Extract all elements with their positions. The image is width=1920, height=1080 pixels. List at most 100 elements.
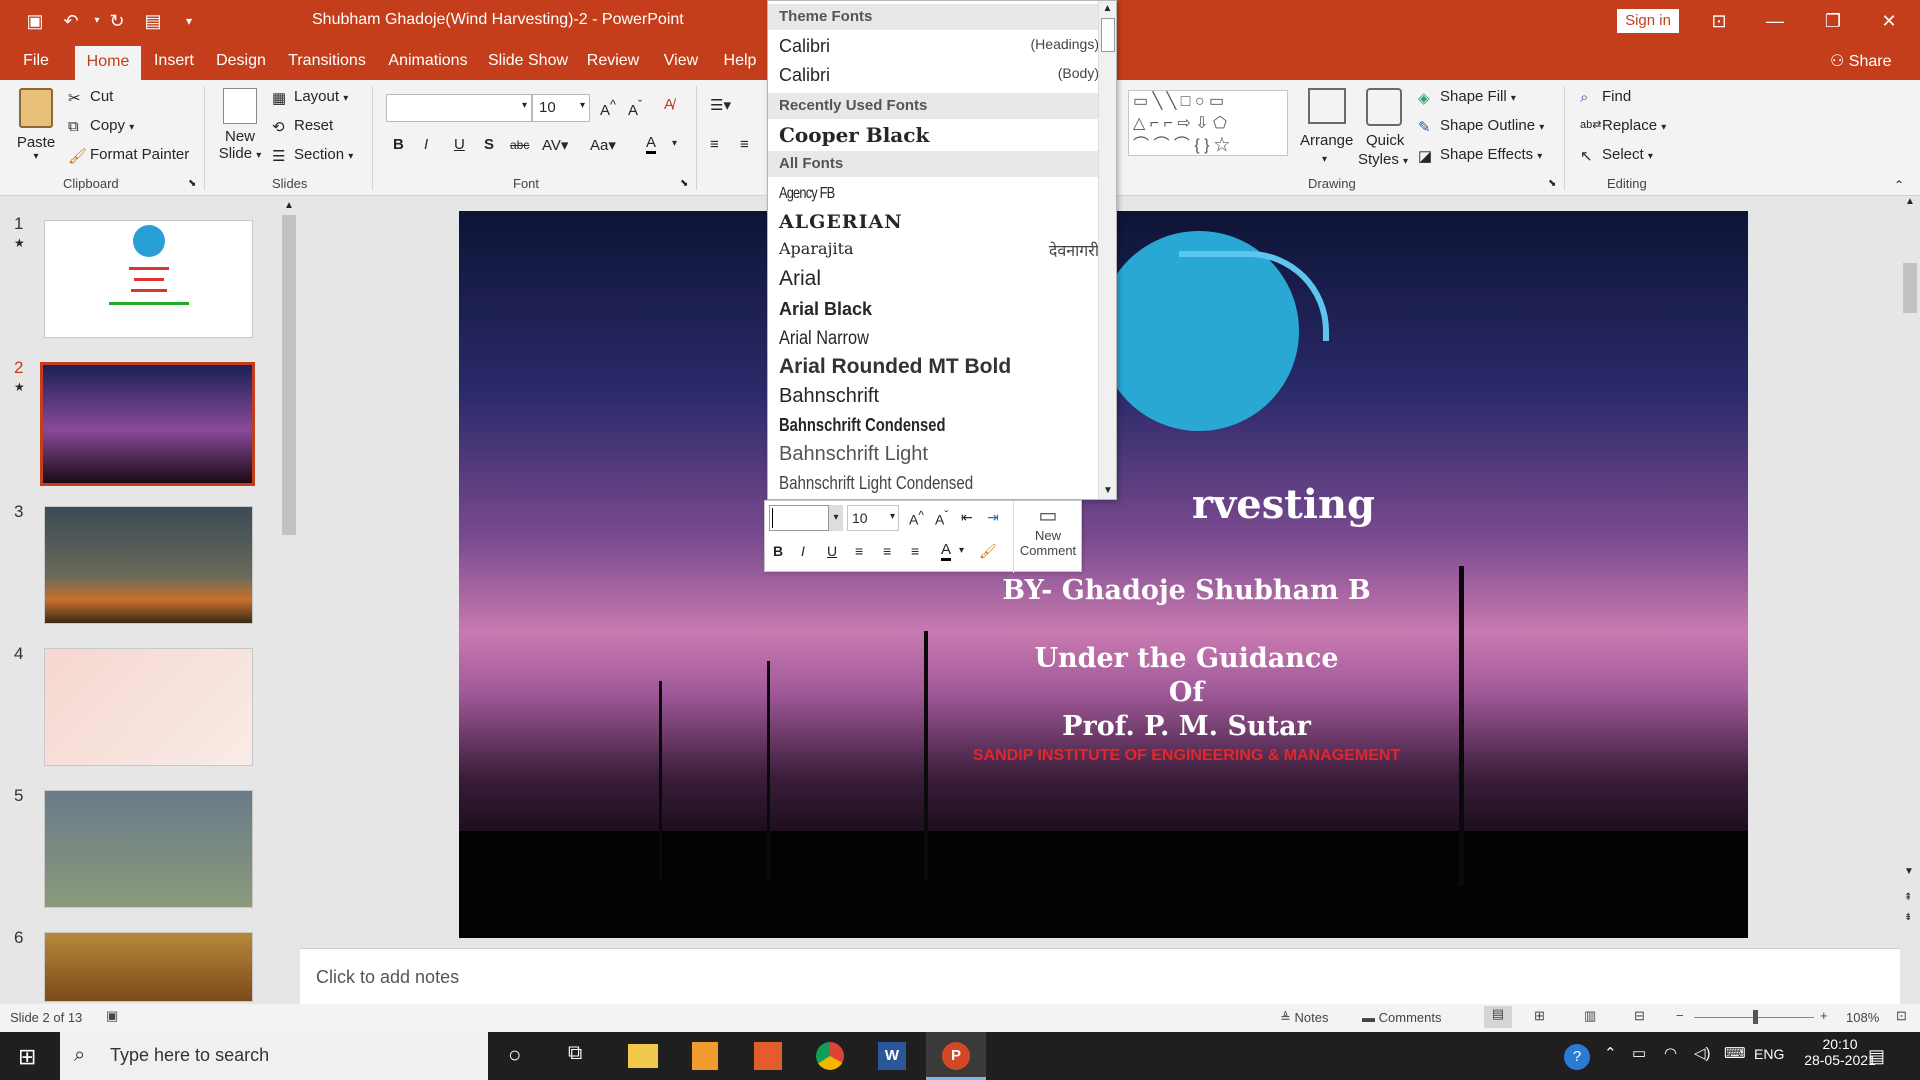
present-icon[interactable]: ▤	[140, 8, 166, 34]
select-button[interactable]: ↖ Select ▾	[1580, 146, 1653, 165]
bold-icon[interactable]: B	[773, 543, 783, 559]
wifi-icon[interactable]: ◠	[1664, 1044, 1677, 1062]
tab-design[interactable]: Design	[213, 42, 269, 80]
change-case-icon[interactable]: Aa▾	[590, 136, 616, 154]
share-button[interactable]: ⚇ Share	[1830, 51, 1892, 71]
strikethrough-icon[interactable]: abc	[510, 138, 529, 152]
shape-outline-button[interactable]: ✎ Shape Outline ▾	[1418, 117, 1544, 136]
notes-button[interactable]: ≜ Notes	[1280, 1010, 1328, 1026]
font-item-bahnschrift-light[interactable]: Bahnschrift Light	[779, 443, 1099, 466]
task-view-icon[interactable]: ⧉	[568, 1042, 582, 1065]
tab-home[interactable]: Home	[75, 46, 141, 80]
tab-file[interactable]: File	[14, 42, 58, 80]
normal-view-icon[interactable]: ▤	[1484, 1006, 1512, 1028]
scroll-thumb[interactable]	[1903, 263, 1917, 313]
shape-effects-button[interactable]: ◪ Shape Effects ▾	[1418, 146, 1542, 165]
find-button[interactable]: ⌕ Find	[1580, 88, 1631, 106]
input-indicator-icon[interactable]: ⌨	[1724, 1044, 1746, 1062]
slide-thumbnail-4[interactable]	[44, 648, 253, 766]
windows-start-icon[interactable]: ⊞	[18, 1044, 36, 1070]
zoom-out-icon[interactable]: −	[1676, 1008, 1684, 1023]
slide-thumbnail-3[interactable]	[44, 506, 253, 624]
chevron-down-icon[interactable]: ▾	[829, 505, 843, 531]
slide-scrollbar[interactable]: ▲ ▼ ⇞ ⇟	[1900, 196, 1920, 948]
text-shadow-icon[interactable]: S	[484, 136, 494, 153]
font-name-input[interactable]: ▾	[386, 94, 532, 122]
fit-to-window-icon[interactable]: ⊡	[1896, 1008, 1907, 1024]
increase-font-size-icon[interactable]: A^	[600, 98, 616, 119]
minimize-icon[interactable]: —	[1752, 0, 1798, 42]
arrange-button[interactable]: Arrange	[1300, 132, 1353, 149]
scroll-thumb[interactable]	[282, 215, 296, 535]
character-spacing-icon[interactable]: AV▾	[542, 136, 568, 154]
slide-sorter-icon[interactable]: ⊞	[1534, 1008, 1545, 1024]
font-item-bahnschrift-condensed[interactable]: Bahnschrift Condensed	[779, 415, 1041, 436]
collapse-ribbon-icon[interactable]: ⌃	[1894, 178, 1904, 192]
tray-expand-icon[interactable]: ⌃	[1604, 1044, 1617, 1062]
reset-button[interactable]: ⟲ Reset	[272, 117, 333, 136]
bullets-icon[interactable]: ☰▾	[710, 96, 731, 114]
redo-icon[interactable]: ↻	[104, 8, 130, 34]
slideshow-view-icon[interactable]: ⊟	[1634, 1008, 1645, 1024]
slide-author[interactable]: BY- Ghadoje Shubham B	[459, 575, 1748, 606]
zoom-slider-thumb[interactable]	[1753, 1010, 1758, 1024]
shape-fill-button[interactable]: ◈ Shape Fill ▾	[1418, 88, 1516, 107]
copy-button[interactable]: ⧉ Copy ▾	[68, 117, 134, 135]
new-comment-button[interactable]: ▭ New Comment	[1015, 503, 1081, 558]
thumbnail-scrollbar[interactable]: ▲	[280, 200, 298, 1000]
taskbar-search[interactable]: ⌕ Type here to search	[60, 1032, 488, 1080]
spell-check-icon[interactable]: ▣	[106, 1008, 118, 1024]
comments-button[interactable]: ▬ Comments	[1362, 1010, 1441, 1025]
font-color-icon[interactable]: A	[941, 541, 952, 561]
chevron-down-icon[interactable]: ▾	[1322, 154, 1327, 165]
save-icon[interactable]: ▣	[22, 8, 48, 34]
zoom-in-icon[interactable]: +	[1820, 1008, 1828, 1023]
tab-view[interactable]: View	[657, 42, 705, 80]
align-left-icon[interactable]: ≡	[855, 543, 863, 559]
clipboard-launcher-icon[interactable]: ⬊	[188, 178, 196, 189]
format-painter-icon[interactable]: 🖌	[979, 543, 997, 560]
font-launcher-icon[interactable]: ⬊	[680, 178, 688, 189]
quick-styles-button[interactable]: Quick	[1366, 132, 1404, 149]
mini-font-size-input[interactable]: 10 ▾	[847, 505, 899, 531]
ribbon-display-icon[interactable]: ⊡	[1696, 0, 1742, 42]
app-icon[interactable]	[754, 1042, 782, 1070]
drawing-launcher-icon[interactable]: ⬊	[1548, 178, 1556, 189]
slide-guidance[interactable]: Under the Guidance	[459, 643, 1748, 674]
align-right-icon[interactable]: ≡	[911, 543, 919, 559]
file-explorer-icon[interactable]	[628, 1044, 658, 1068]
font-item-calibri-body[interactable]: Calibri (Body)	[779, 65, 1099, 86]
zoom-level[interactable]: 108%	[1846, 1010, 1879, 1025]
tab-insert[interactable]: Insert	[151, 42, 197, 80]
font-item-aparajita[interactable]: Aparajita देवनागरी	[779, 239, 1099, 260]
font-item-algerian[interactable]: ALGERIAN	[779, 211, 1099, 233]
font-dropdown-scrollbar[interactable]: ▲ ▼	[1098, 1, 1116, 499]
slide-thumbnail-6[interactable]	[44, 932, 253, 1002]
paste-button[interactable]: Paste ▾	[14, 88, 58, 168]
chrome-icon[interactable]	[816, 1042, 844, 1070]
font-item-arial-narrow[interactable]: Arial Narrow	[779, 328, 1054, 350]
italic-icon[interactable]: I	[801, 543, 805, 559]
customize-quick-access-icon[interactable]: ▾	[176, 8, 202, 34]
align-center-icon[interactable]: ≡	[883, 543, 891, 559]
battery-icon[interactable]: ▭	[1632, 1044, 1646, 1062]
format-painter-button[interactable]: 🖌 Format Painter	[68, 146, 189, 165]
cortana-icon[interactable]: ○	[508, 1042, 521, 1068]
cut-button[interactable]: ✂ Cut	[68, 88, 113, 107]
sublime-text-icon[interactable]	[692, 1042, 718, 1070]
section-button[interactable]: ☰ Section ▾	[272, 146, 353, 165]
slide-guide-name[interactable]: Prof. P. M. Sutar	[459, 711, 1748, 742]
previous-slide-icon[interactable]: ⇞	[1904, 892, 1912, 903]
new-slide-button[interactable]: New Slide ▾	[214, 88, 266, 162]
powerpoint-taskbar-button[interactable]: P	[926, 1032, 986, 1080]
font-item-arial-rounded[interactable]: Arial Rounded MT Bold	[779, 355, 1099, 379]
font-color-icon[interactable]: A	[646, 134, 657, 154]
italic-icon[interactable]: I	[424, 136, 428, 153]
scroll-thumb[interactable]	[1100, 18, 1115, 52]
slide-thumbnail-1[interactable]	[44, 220, 253, 338]
replace-button[interactable]: ab⇄Replace ▾	[1580, 117, 1666, 134]
align-center-icon[interactable]: ≡	[740, 136, 749, 153]
layout-button[interactable]: ▦ Layout ▾	[272, 88, 348, 107]
next-slide-icon[interactable]: ⇟	[1904, 912, 1912, 923]
underline-icon[interactable]: U	[454, 136, 465, 153]
